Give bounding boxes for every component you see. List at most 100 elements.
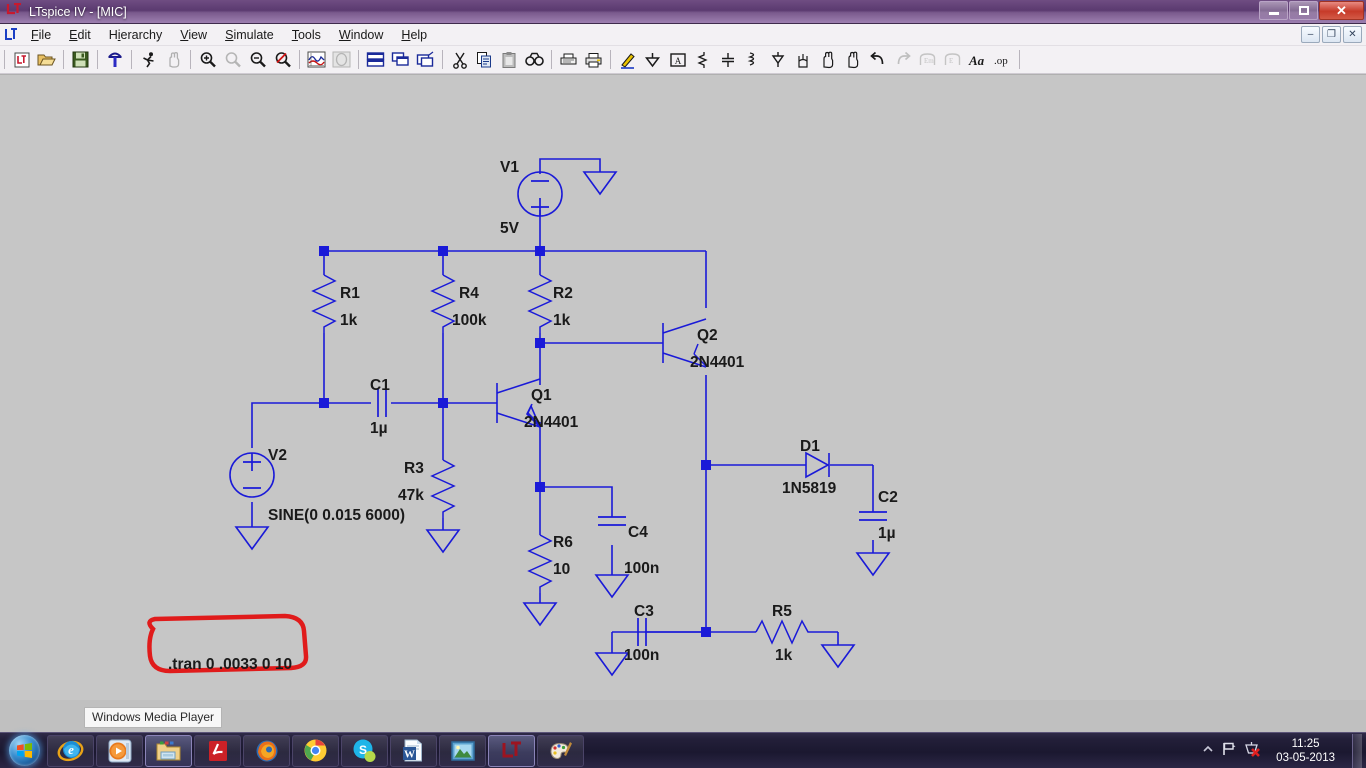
zoom-out-icon[interactable] — [246, 48, 269, 71]
clock[interactable]: 11:25 03-05-2013 — [1268, 737, 1343, 765]
menu-item-edit-label: dit — [77, 27, 91, 42]
menu-item-help-label: elp — [410, 27, 428, 42]
mirror-icon[interactable]: E — [941, 48, 964, 71]
spice-directive-icon[interactable]: .op — [991, 48, 1014, 71]
ground-symbol-c4 — [594, 574, 630, 599]
label-r6-name: R6 — [553, 534, 573, 551]
mdi-restore-button[interactable]: ❐ — [1322, 26, 1341, 43]
taskbar-item-internet-explorer[interactable]: e — [47, 734, 94, 767]
print-icon[interactable] — [582, 48, 605, 71]
tile-vertical-icon[interactable] — [389, 48, 412, 71]
junction-dot — [438, 398, 448, 408]
label-d1-name: D1 — [800, 438, 820, 455]
taskbar-item-skype[interactable]: S — [341, 734, 388, 767]
toolbar-separator — [63, 50, 64, 69]
tile-horizontal-icon[interactable] — [364, 48, 387, 71]
menu-item-hierarchy[interactable]: Hierarchy — [100, 26, 172, 44]
spice-error-log-icon[interactable] — [330, 48, 353, 71]
ground-symbol-r3 — [425, 529, 461, 554]
menu-item-hierarchy-label: erarchy — [120, 27, 163, 42]
place-diode-icon[interactable] — [766, 48, 789, 71]
ground-symbol-r6 — [522, 602, 558, 627]
cascade-windows-icon[interactable] — [414, 48, 437, 71]
svg-text:A: A — [674, 56, 681, 66]
rotate-icon[interactable]: Em — [916, 48, 939, 71]
draw-wire-icon[interactable] — [616, 48, 639, 71]
capacitor-symbol-c2 — [859, 511, 887, 521]
show-hidden-icons-button[interactable] — [1202, 742, 1214, 760]
menu-item-edit[interactable]: Edit — [60, 26, 100, 44]
redo-icon[interactable] — [891, 48, 914, 71]
waveform-view-icon[interactable] — [305, 48, 328, 71]
junction-dot — [438, 246, 448, 256]
window-title: LTspice IV - [MIC] — [29, 4, 127, 19]
menu-item-window[interactable]: Window — [330, 26, 392, 44]
action-center-flag-icon[interactable] — [1221, 741, 1237, 762]
drag-icon[interactable] — [841, 48, 864, 71]
resistor-symbol-r6 — [527, 534, 553, 593]
copy-icon[interactable] — [473, 48, 496, 71]
mdi-close-button[interactable]: ✕ — [1343, 26, 1362, 43]
paste-icon[interactable] — [498, 48, 521, 71]
menu-item-file[interactable]: File — [22, 26, 60, 44]
svg-text:E: E — [949, 57, 953, 65]
place-resistor-icon[interactable] — [691, 48, 714, 71]
place-component-icon[interactable] — [791, 48, 814, 71]
menu-item-help[interactable]: Help — [392, 26, 436, 44]
menu-item-simulate[interactable]: Simulate — [216, 26, 283, 44]
schematic-drawing[interactable]: V1 5V V2 SINE(0 0.015 6000) R1 1k R2 1k … — [0, 75, 1366, 700]
zoom-area-icon[interactable] — [221, 48, 244, 71]
ground-symbol-v2 — [234, 526, 270, 551]
taskbar-item-microsoft-paint[interactable] — [537, 734, 584, 767]
taskbar-item-windows-photo-viewer[interactable] — [439, 734, 486, 767]
taskbar-item-microsoft-word[interactable]: W — [390, 734, 437, 767]
ground-symbol-c2 — [855, 552, 891, 577]
place-inductor-icon[interactable] — [741, 48, 764, 71]
save-file-icon[interactable] — [69, 48, 92, 71]
start-button[interactable] — [2, 734, 46, 768]
taskbar-item-ltspice[interactable] — [488, 734, 535, 767]
menu-item-window-label: indow — [350, 27, 384, 42]
window-minimize-button[interactable] — [1259, 1, 1288, 20]
cut-icon[interactable] — [448, 48, 471, 71]
window-close-button[interactable]: ✕ — [1319, 1, 1364, 20]
find-icon[interactable] — [523, 48, 546, 71]
label-r1-name: R1 — [340, 285, 360, 302]
run-probe-icon[interactable] — [103, 48, 126, 71]
new-schematic-icon[interactable] — [10, 48, 33, 71]
taskbar-item-google-chrome[interactable] — [292, 734, 339, 767]
network-disconnected-icon[interactable] — [1244, 741, 1261, 762]
ground-symbol-r5 — [820, 644, 856, 669]
spice-directive-annotation[interactable]: .tran 0 .0033 0 10 — [147, 613, 309, 674]
print-preview-icon[interactable] — [557, 48, 580, 71]
taskbar-item-mozilla-firefox[interactable] — [243, 734, 290, 767]
taskbar-item-windows-explorer[interactable] — [145, 734, 192, 767]
run-simulation-icon[interactable] — [137, 48, 160, 71]
move-icon[interactable] — [816, 48, 839, 71]
schematic-canvas[interactable]: V1 5V V2 SINE(0 0.015 6000) R1 1k R2 1k … — [0, 74, 1366, 700]
menu-bar: File Edit Hierarchy View Simulate Tools … — [0, 24, 1366, 46]
show-desktop-button[interactable] — [1352, 734, 1362, 768]
place-capacitor-icon[interactable] — [716, 48, 739, 71]
main-toolbar: A Em E Aa .op — [0, 46, 1366, 74]
zoom-fit-icon[interactable] — [271, 48, 294, 71]
label-r2-value: 1k — [553, 312, 571, 329]
place-ground-icon[interactable] — [641, 48, 664, 71]
place-text-icon[interactable]: Aa — [966, 48, 989, 71]
menu-item-tools[interactable]: Tools — [283, 26, 330, 44]
window-restore-button[interactable] — [1289, 1, 1318, 20]
pan-hand-icon[interactable] — [162, 48, 185, 71]
undo-icon[interactable] — [866, 48, 889, 71]
mdi-minimize-button[interactable]: – — [1301, 26, 1320, 43]
taskbar-item-adobe-reader[interactable] — [194, 734, 241, 767]
taskbar-item-windows-media-player[interactable] — [96, 734, 143, 767]
open-file-icon[interactable] — [35, 48, 58, 71]
system-tray: 11:25 03-05-2013 — [1202, 733, 1366, 768]
resistor-symbol-r5 — [755, 619, 813, 645]
toolbar-separator — [551, 50, 552, 69]
zoom-in-icon[interactable] — [196, 48, 219, 71]
resistor-symbol-r1 — [311, 274, 337, 333]
menu-item-view[interactable]: View — [171, 26, 216, 44]
capacitor-symbols — [377, 389, 887, 646]
place-label-icon[interactable]: A — [666, 48, 689, 71]
